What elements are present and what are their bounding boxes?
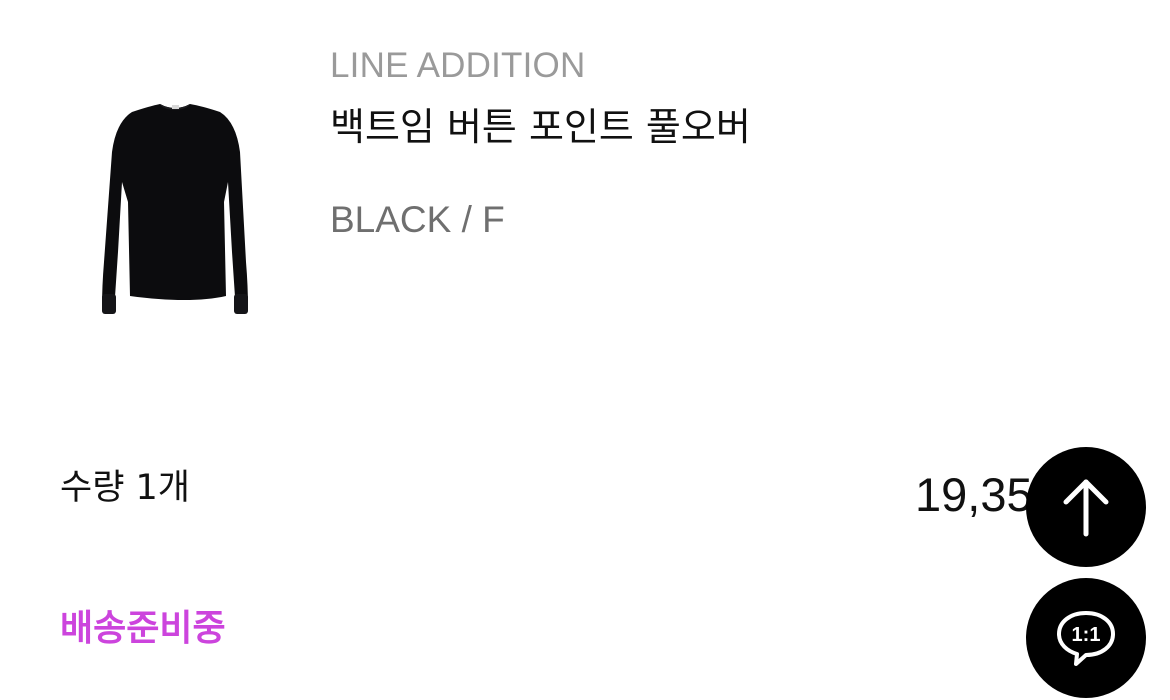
quantity-label: 수량 1개 xyxy=(60,468,190,508)
chat-button[interactable]: 1:1 xyxy=(1026,578,1146,698)
pullover-image xyxy=(102,104,248,314)
chat-label: 1:1 xyxy=(1072,624,1101,646)
product-name[interactable]: 백트임 버튼 포인트 풀오버 xyxy=(330,104,751,150)
arrow-up-icon xyxy=(1063,479,1109,537)
product-option: BLACK / F xyxy=(330,199,505,240)
product-thumbnail[interactable] xyxy=(60,72,290,342)
price-label: 19,35 xyxy=(915,468,1033,521)
chat-bubble-icon: 1:1 xyxy=(1057,611,1115,666)
delivery-status: 배송준비중 xyxy=(60,608,226,649)
scroll-to-top-button[interactable] xyxy=(1026,447,1146,567)
brand-name[interactable]: LINE ADDITION xyxy=(330,46,585,86)
